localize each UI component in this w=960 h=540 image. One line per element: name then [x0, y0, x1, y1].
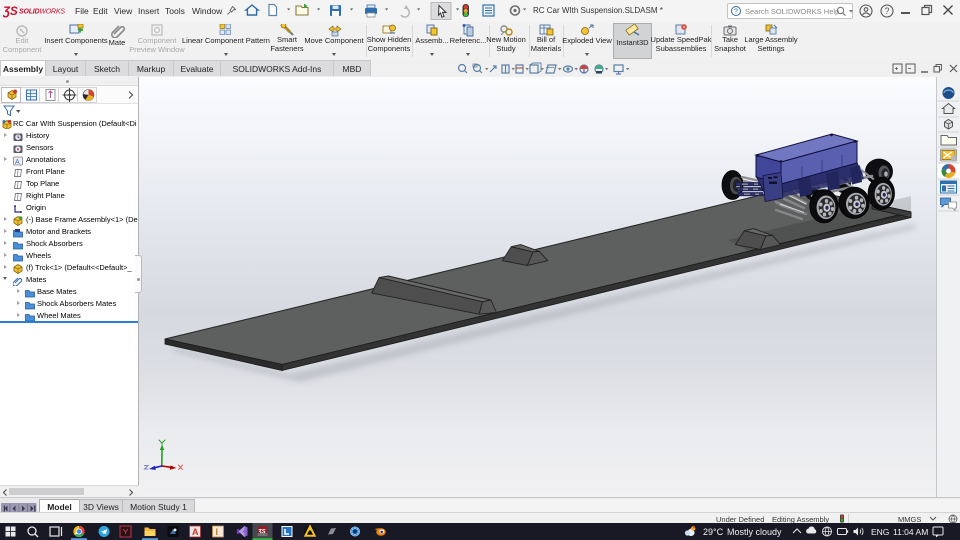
svg-text:Mostly cloudy: Mostly cloudy: [727, 527, 782, 537]
svg-text:?: ?: [734, 8, 738, 15]
svg-text:ƷS: ƷS: [3, 6, 18, 18]
svg-text:11:04 AM: 11:04 AM: [893, 527, 928, 537]
svg-text:?: ?: [885, 6, 890, 16]
svg-text:ENG: ENG: [871, 527, 889, 537]
svg-text:A: A: [192, 527, 199, 537]
svg-text:I: I: [216, 527, 219, 537]
svg-text:SOLIDWORKS: SOLIDWORKS: [19, 9, 65, 16]
svg-text:29°C: 29°C: [703, 527, 724, 537]
svg-text:A: A: [15, 159, 20, 166]
